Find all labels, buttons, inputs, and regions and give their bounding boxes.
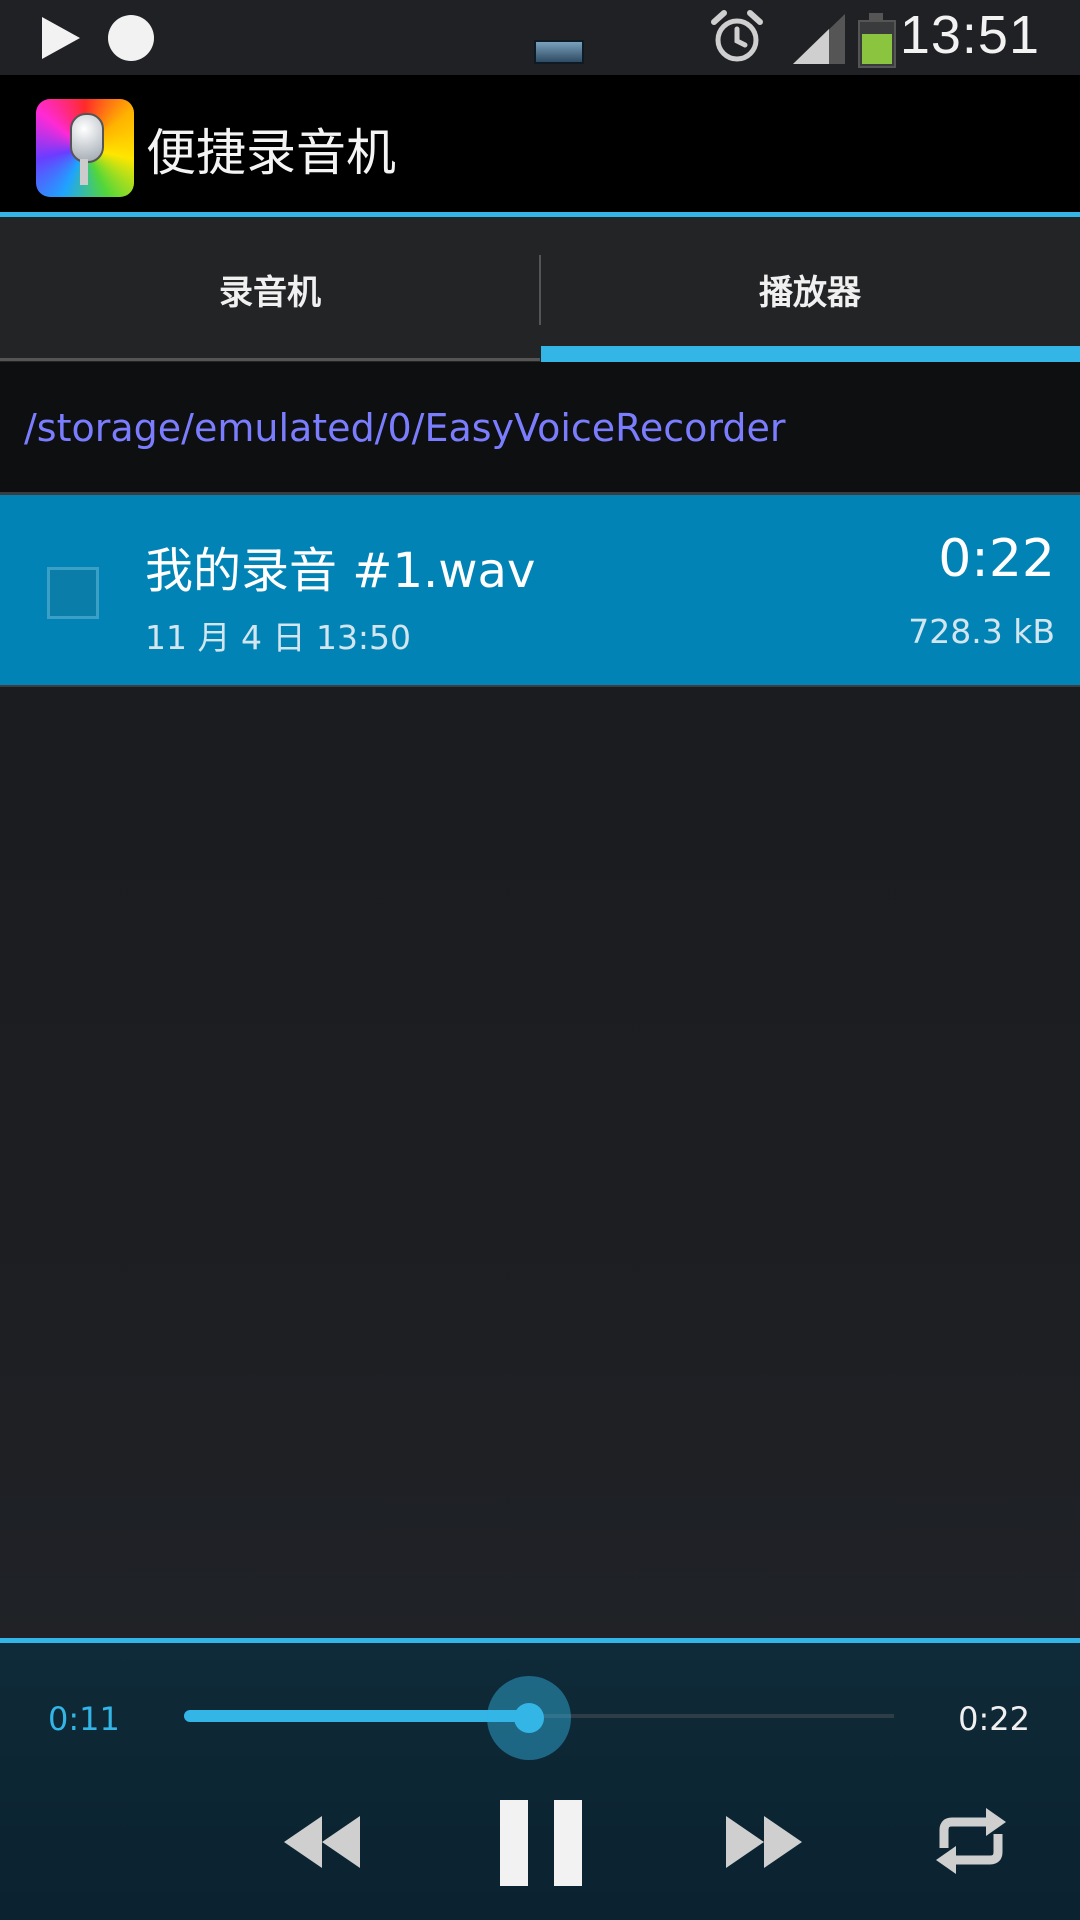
status-bar: 13:51 bbox=[0, 0, 1080, 75]
action-bar: 便捷录音机 bbox=[0, 75, 1080, 212]
alarm-icon bbox=[711, 10, 763, 62]
microphone-app-icon[interactable] bbox=[36, 99, 134, 197]
microphone-icon bbox=[70, 113, 104, 163]
usb-battery-icon bbox=[534, 40, 584, 64]
app-title: 便捷录音机 bbox=[146, 124, 396, 182]
list-divider bbox=[0, 685, 1080, 687]
file-checkbox[interactable] bbox=[47, 567, 99, 619]
repeat-icon[interactable] bbox=[930, 1808, 1012, 1874]
file-name: 我的录音 #1.wav bbox=[145, 543, 536, 599]
file-duration: 0:22 bbox=[938, 529, 1055, 589]
app-screen: 13:51 便捷录音机 录音机 播放器 /storage/emulated/0/… bbox=[0, 0, 1080, 1920]
seek-bar-progress bbox=[184, 1710, 529, 1722]
elapsed-time: 0:11 bbox=[48, 1700, 120, 1738]
path-bar: /storage/emulated/0/EasyVoiceRecorder bbox=[0, 362, 1080, 492]
tab-bar: 录音机 播放器 bbox=[0, 217, 1080, 362]
tab-selected-indicator bbox=[541, 346, 1080, 362]
tab-recorder[interactable]: 录音机 bbox=[0, 217, 540, 362]
folder-path: /storage/emulated/0/EasyVoiceRecorder bbox=[24, 406, 786, 450]
status-time: 13:51 bbox=[899, 5, 1040, 65]
seek-thumb[interactable] bbox=[514, 1703, 544, 1733]
pause-icon[interactable] bbox=[500, 1800, 582, 1886]
file-size: 728.3 kB bbox=[908, 612, 1055, 651]
file-date: 11 月 4 日 13:50 bbox=[145, 618, 412, 657]
player-top-border bbox=[0, 1638, 1080, 1643]
signal-icon bbox=[793, 14, 845, 64]
tab-underline bbox=[0, 358, 540, 361]
list-item[interactable]: 我的录音 #1.wav 11 月 4 日 13:50 0:22 728.3 kB bbox=[0, 495, 1080, 685]
player-panel: 0:11 0:22 bbox=[0, 1638, 1080, 1920]
pause-bar-left bbox=[500, 1800, 528, 1886]
total-time: 0:22 bbox=[958, 1700, 1030, 1738]
pause-bar-right bbox=[554, 1800, 582, 1886]
record-dot-icon bbox=[108, 15, 154, 61]
battery-icon bbox=[858, 13, 896, 68]
rewind-icon[interactable] bbox=[284, 1814, 364, 1870]
play-icon bbox=[42, 17, 80, 59]
mic-stand-shape bbox=[80, 159, 88, 185]
tab-player[interactable]: 播放器 bbox=[540, 217, 1080, 362]
fast-forward-icon[interactable] bbox=[722, 1814, 802, 1870]
